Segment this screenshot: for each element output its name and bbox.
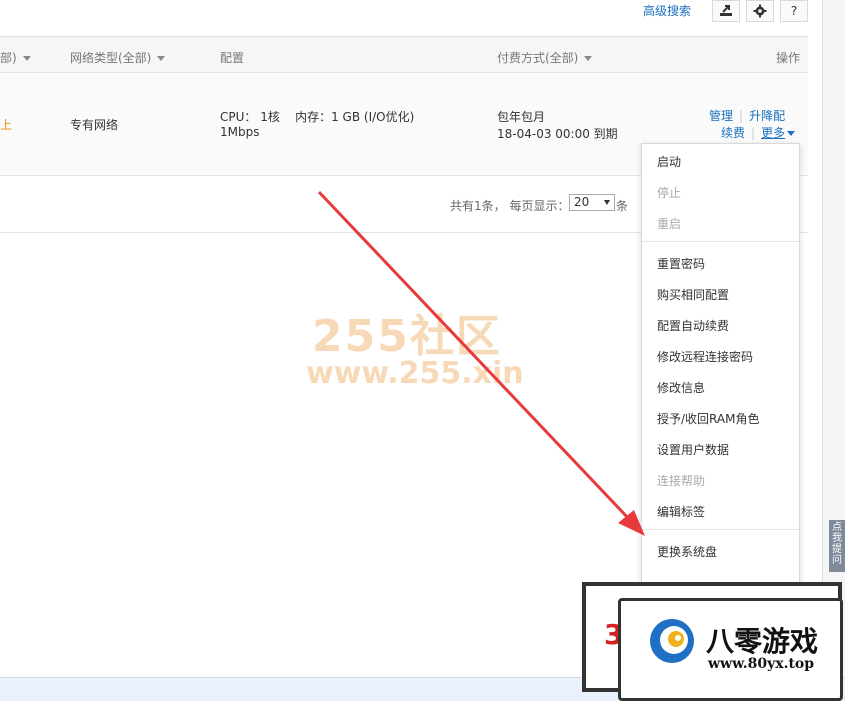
row-actions-line1: 管理 | 升降配 <box>709 107 785 124</box>
feedback-tab[interactable]: 点我提问 <box>829 520 845 572</box>
chevron-down-icon <box>584 56 593 61</box>
divider: | <box>739 109 744 123</box>
menu-item-buy-same[interactable]: 购买相同配置 <box>657 286 729 303</box>
header-config: 配置 <box>220 51 245 65</box>
menu-item-edit-info[interactable]: 修改信息 <box>657 379 705 396</box>
menu-item-user-data[interactable]: 设置用户数据 <box>657 441 729 458</box>
manage-link[interactable]: 管理 <box>709 109 733 123</box>
renew-link[interactable]: 续费 <box>721 126 745 140</box>
site-logo-stamp: 3 八零游戏 www.80yx.top <box>576 578 845 701</box>
swirl-logo-icon <box>650 619 694 663</box>
upgrade-link[interactable]: 升降配 <box>749 109 785 123</box>
watermark-title: 255社区 <box>312 311 502 362</box>
divider: | <box>751 126 756 140</box>
logo-title: 八零游戏 <box>706 625 819 658</box>
settings-button[interactable] <box>746 0 774 22</box>
pagination-unit: 条 <box>616 199 629 213</box>
menu-item-ram-role[interactable]: 授予/收回RAM角色 <box>657 410 759 427</box>
gear-icon <box>753 4 767 18</box>
help-icon: ? <box>790 4 798 18</box>
header-billing[interactable]: 付费方式(全部) <box>497 49 593 66</box>
header-network-type[interactable]: 网络类型(全部) <box>70 49 166 66</box>
row-actions-line2: 续费 | 更多 <box>721 124 796 141</box>
help-button[interactable]: ? <box>780 0 808 22</box>
logo-url: www.80yx.top <box>708 656 815 672</box>
config-spec: CPU： 1核 内存：1 GB (I/O优化) <box>220 110 415 124</box>
header-status[interactable]: 部) <box>0 49 31 66</box>
chevron-down-icon <box>22 56 31 61</box>
menu-divider <box>642 529 799 530</box>
menu-item-start[interactable]: 启动 <box>657 153 681 170</box>
network-type-value: 专有网络 <box>70 118 119 132</box>
watermark-url: www.255.xin <box>306 356 524 391</box>
header-actions: 操作 <box>776 51 801 65</box>
menu-item-remote-password[interactable]: 修改远程连接密码 <box>657 348 753 365</box>
export-button[interactable] <box>712 0 740 22</box>
menu-divider <box>642 241 799 242</box>
chevron-down-icon <box>604 200 610 205</box>
toolbar: 高级搜索 ? <box>0 0 845 36</box>
export-icon <box>720 5 732 16</box>
chevron-down-icon <box>157 56 166 61</box>
more-actions-menu: 启动 停止 重启 重置密码 购买相同配置 配置自动续费 修改远程连接密码 修改信… <box>641 143 800 583</box>
table-header: 部) 网络类型(全部) 配置 付费方式(全部) 操作 <box>0 36 808 73</box>
more-actions-link[interactable]: 更多 <box>761 126 796 140</box>
menu-item-replace-system-disk[interactable]: 更换系统盘 <box>657 543 717 560</box>
advanced-search-link[interactable]: 高级搜索 <box>643 2 691 19</box>
pagination-summary: 共有1条， 每页显示： <box>450 199 570 213</box>
menu-item-connect-help: 连接帮助 <box>657 474 706 488</box>
menu-item-auto-renew[interactable]: 配置自动续费 <box>657 317 729 334</box>
status-text: 上 <box>0 118 13 132</box>
config-bandwidth: 1Mbps <box>220 125 260 139</box>
page-size-select[interactable]: 20 <box>569 194 615 211</box>
menu-item-restart: 重启 <box>657 217 682 231</box>
billing-type: 包年包月 <box>497 110 546 124</box>
chevron-down-icon <box>787 131 796 136</box>
menu-item-stop: 停止 <box>657 186 682 200</box>
menu-item-edit-tags[interactable]: 编辑标签 <box>657 503 705 520</box>
menu-item-reset-password[interactable]: 重置密码 <box>657 255 705 272</box>
billing-expiry: 18-04-03 00:00 到期 <box>497 127 618 141</box>
watermark: 255社区 www.255.xin <box>300 300 550 400</box>
